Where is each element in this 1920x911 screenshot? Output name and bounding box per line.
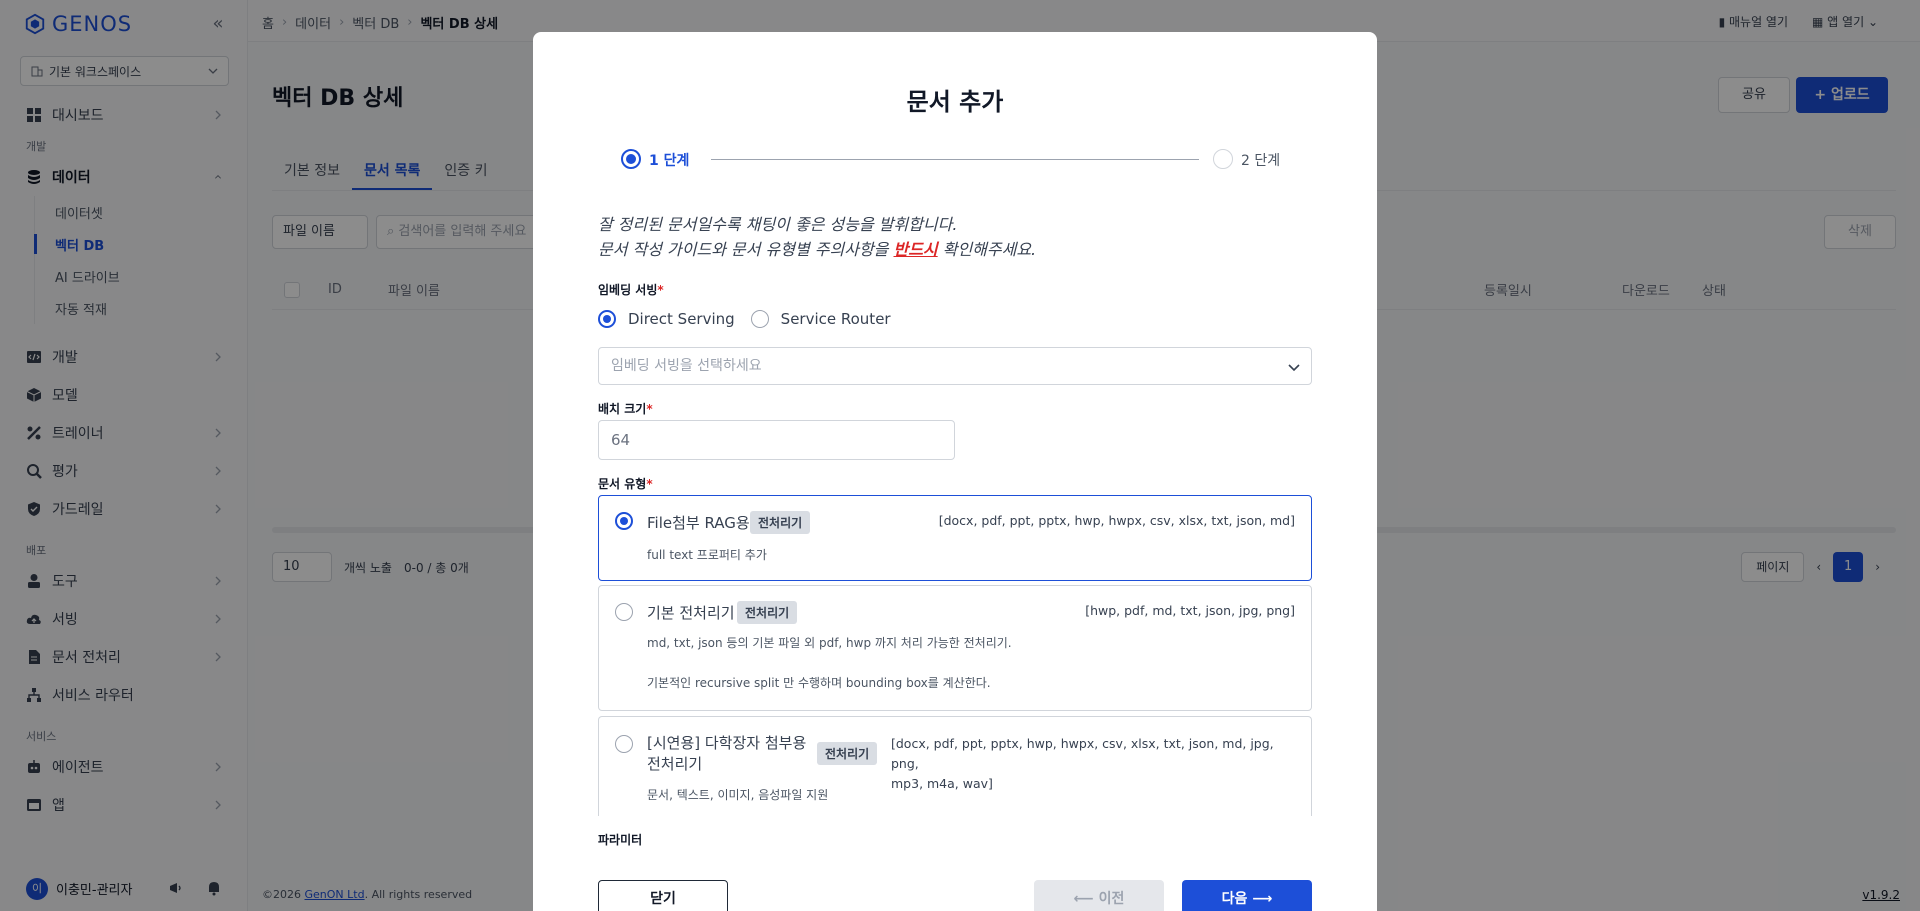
service-router-radio[interactable] xyxy=(750,310,769,328)
doc-type-title: File첨부 RAG용 xyxy=(647,514,750,532)
label-text: 임베딩 서빙 xyxy=(598,283,658,297)
next-button[interactable]: 다음 ⟶ xyxy=(1182,880,1312,911)
guide-text: 잘 정리된 문서일수록 채팅이 좋은 성능을 발휘합니다. 문서 작성 가이드와… xyxy=(598,212,1036,262)
arrow-right-icon: ⟶ xyxy=(1247,891,1273,907)
batch-size-input[interactable]: 64 xyxy=(598,420,955,460)
close-button[interactable]: 닫기 xyxy=(598,880,728,911)
doc-type-description: md, txt, json 등의 기본 파일 외 pdf, hwp 까지 처리 … xyxy=(647,636,1012,650)
step-2-indicator xyxy=(1213,149,1233,169)
modal-title: 문서 추가 xyxy=(906,88,1004,116)
doc-type-card-rag[interactable]: File첨부 RAG용 전처리기 [docx, pdf, ppt, pptx, … xyxy=(598,495,1312,581)
required-mark: * xyxy=(646,402,653,416)
embedding-serving-label: 임베딩 서빙* xyxy=(598,281,664,298)
step-1-indicator xyxy=(621,149,641,169)
doc-type-title: [시연용] 다학장자 첨부용전처리기 xyxy=(647,733,806,775)
label-text: 배치 크기 xyxy=(598,402,647,416)
required-mark: * xyxy=(657,283,664,297)
step-2-label: 2 단계 xyxy=(1241,153,1281,169)
direct-serving-radio[interactable] xyxy=(598,310,616,328)
chevron-down-icon xyxy=(1288,364,1300,372)
embedding-serving-placeholder: 임베딩 서빙을 선택하세요 xyxy=(611,358,762,374)
doc-type-radio-demo[interactable] xyxy=(615,735,633,753)
doc-type-title-line-1: [시연용] 다학장자 첨부용 xyxy=(647,734,807,752)
guide-line-2: 문서 작성 가이드와 문서 유형별 주의사항을 반드시 확인해주세요. xyxy=(598,237,1036,262)
doc-type-extensions: [docx, pdf, ppt, pptx, hwp, hwpx, csv, x… xyxy=(891,734,1295,794)
doc-type-title: 기본 전처리기 xyxy=(647,604,735,622)
guide-must-link[interactable]: 반드시 xyxy=(893,240,937,259)
label-text: 문서 유형 xyxy=(598,477,647,491)
guide-line-2-post: 확인해주세요. xyxy=(937,240,1037,259)
batch-size-label: 배치 크기* xyxy=(598,400,653,417)
add-document-modal: 문서 추가 1 단계 2 단계 잘 정리된 문서일수록 채팅이 좋은 성능을 발… xyxy=(533,32,1377,911)
doc-type-extensions: [docx, pdf, ppt, pptx, hwp, hwpx, csv, x… xyxy=(938,513,1295,528)
doc-type-card-basic[interactable]: 기본 전처리기 전처리기 [hwp, pdf, md, txt, json, j… xyxy=(598,585,1312,711)
step-1-label: 1 단계 xyxy=(649,153,690,169)
doc-type-description: full text 프로퍼티 추가 xyxy=(647,548,767,562)
required-mark: * xyxy=(646,477,653,491)
prev-button[interactable]: ⟵ 이전 xyxy=(1034,880,1164,911)
next-label: 다음 xyxy=(1221,891,1248,907)
step-connector xyxy=(711,159,1199,160)
doc-type-extensions-line-1: [docx, pdf, ppt, pptx, hwp, hwpx, csv, x… xyxy=(891,736,1274,771)
embedding-serving-select[interactable]: 임베딩 서빙을 선택하세요 xyxy=(598,347,1312,385)
direct-serving-label[interactable]: Direct Serving xyxy=(628,310,735,328)
arrow-left-icon: ⟵ xyxy=(1073,891,1099,907)
doc-type-card-demo[interactable]: [시연용] 다학장자 첨부용 전처리기 전처리기 [docx, pdf, ppt,… xyxy=(598,716,1312,816)
parameters-label: 파라미터 xyxy=(598,833,643,847)
doc-type-extensions: [hwp, pdf, md, txt, json, jpg, png] xyxy=(1085,603,1295,618)
stepper: 1 단계 2 단계 xyxy=(621,144,1321,174)
service-router-label[interactable]: Service Router xyxy=(781,310,891,328)
doc-type-radio-basic[interactable] xyxy=(615,603,633,621)
guide-line-2-pre: 문서 작성 가이드와 문서 유형별 주의사항을 xyxy=(598,240,894,259)
preprocessor-tag: 전처리기 xyxy=(737,601,798,624)
doc-type-description: 문서, 텍스트, 이미지, 음성파일 지원 xyxy=(647,788,829,802)
preprocessor-tag: 전처리기 xyxy=(817,742,878,765)
doc-type-label: 문서 유형* xyxy=(598,475,653,492)
doc-type-extensions-line-2: mp3, m4a, wav] xyxy=(891,776,993,791)
prev-label: 이전 xyxy=(1098,891,1125,907)
doc-type-title-line-2: 전처리기 xyxy=(647,755,703,773)
doc-type-description-2: 기본적인 recursive split 만 수행하며 bounding box… xyxy=(647,676,991,690)
guide-line-1: 잘 정리된 문서일수록 채팅이 좋은 성능을 발휘합니다. xyxy=(598,215,958,234)
doc-type-radio-rag[interactable] xyxy=(615,512,633,530)
embedding-serving-radio-group: Direct Serving Service Router xyxy=(598,310,891,328)
preprocessor-tag: 전처리기 xyxy=(750,511,811,534)
